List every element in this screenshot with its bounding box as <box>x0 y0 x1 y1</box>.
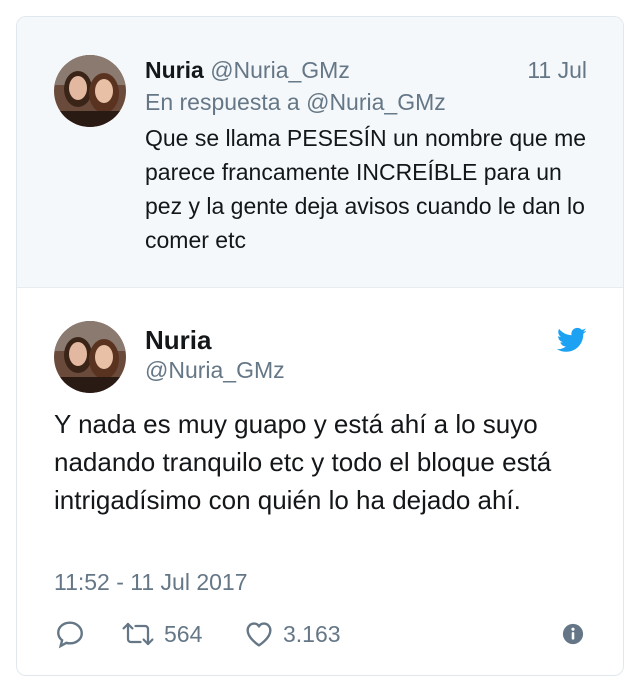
parent-tweet[interactable]: Nuria @Nuria_GMz 11 Jul En respuesta a @… <box>17 17 623 288</box>
reply-icon <box>54 618 86 650</box>
heart-icon <box>243 618 275 650</box>
info-button[interactable] <box>562 617 584 651</box>
info-icon <box>562 623 584 645</box>
avatar[interactable] <box>54 55 126 127</box>
tweet-date[interactable]: 11 Jul <box>527 57 587 84</box>
retweet-icon <box>120 619 156 649</box>
tweet-actions: 564 3.163 <box>54 617 594 651</box>
avatar[interactable] <box>54 321 126 393</box>
tweet-timestamp[interactable]: 11:52 - 11 Jul 2017 <box>54 569 248 596</box>
author-handle[interactable]: @Nuria_GMz <box>210 57 350 83</box>
parent-tweet-text: Que se llama PESESÍN un nombre que me pa… <box>145 125 587 253</box>
like-button[interactable]: 3.163 <box>243 617 341 651</box>
tweet-card: Nuria @Nuria_GMz 11 Jul En respuesta a @… <box>16 16 624 676</box>
retweet-button[interactable]: 564 <box>120 617 202 651</box>
reply-to-label: En respuesta a @Nuria_GMz <box>145 89 446 115</box>
author-handle[interactable]: @Nuria_GMz <box>145 357 285 384</box>
author-name[interactable]: Nuria <box>145 57 204 83</box>
retweet-count: 564 <box>164 620 203 647</box>
twitter-bird-icon[interactable] <box>556 325 587 355</box>
main-tweet-text: Y nada es muy guapo y está ahí a lo suyo… <box>54 409 552 515</box>
parent-author[interactable]: Nuria @Nuria_GMz <box>145 57 350 84</box>
like-count: 3.163 <box>283 620 341 647</box>
author-name[interactable]: Nuria <box>145 325 211 356</box>
reply-button[interactable] <box>54 617 86 651</box>
